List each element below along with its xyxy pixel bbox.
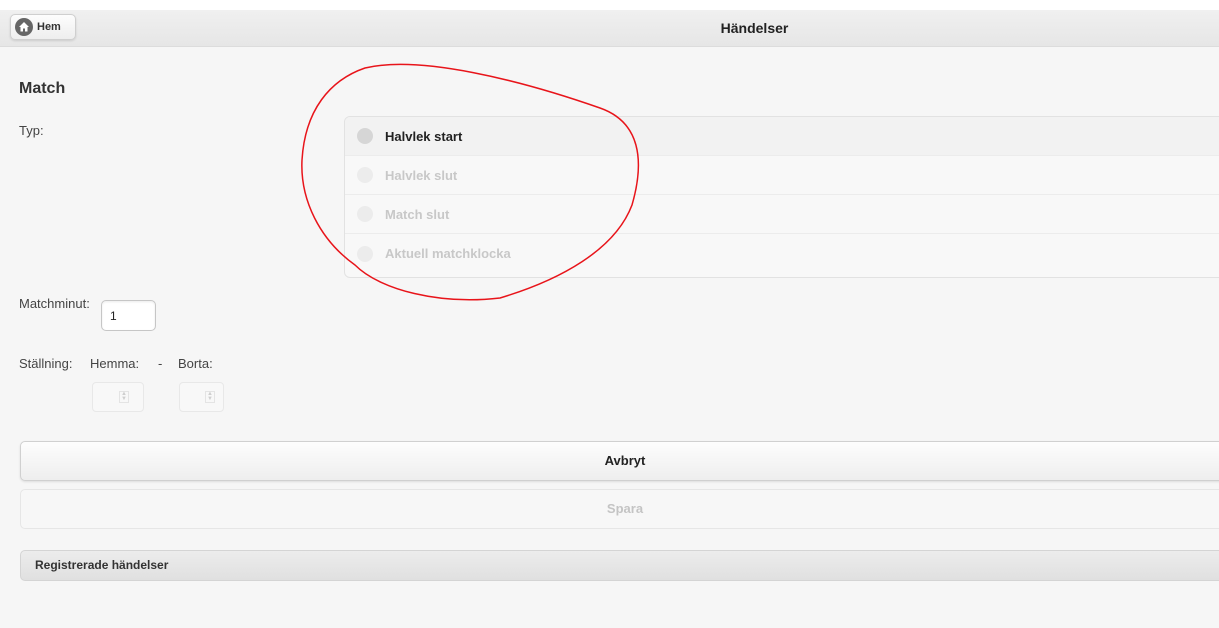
type-radio-group: Halvlek start Halvlek slut Match slut Ak… [344,116,1219,278]
header-bar: Hem Händelser [0,10,1219,47]
home-score-stepper[interactable]: ▲ ▼ [92,382,144,412]
away-score-stepper[interactable]: ▲ ▼ [179,382,224,412]
away-score-label: Borta: [178,356,213,371]
spinner-arrows-icon[interactable]: ▲ ▼ [119,391,129,403]
home-score-label: Hemma: [90,356,140,371]
minute-label: Matchminut: [19,296,90,311]
spinner-arrows-icon[interactable]: ▲ ▼ [205,391,215,403]
type-option-halvlek-start[interactable]: Halvlek start [345,117,1219,156]
type-option-label: Aktuell matchklocka [385,246,511,261]
type-label: Typ: [19,123,44,138]
type-option-label: Halvlek start [385,128,463,144]
cancel-button[interactable]: Avbryt [20,441,1219,481]
registered-events-header[interactable]: Registrerade händelser [20,550,1219,581]
type-option-label: Halvlek slut [385,167,458,183]
type-option-aktuell-matchklocka[interactable]: Aktuell matchklocka [345,234,1219,273]
save-button[interactable]: Spara [20,489,1219,529]
section-title: Match [19,80,66,97]
page: Hem Händelser Match Typ: Halvlek start H… [0,10,1219,628]
minute-input[interactable] [101,300,156,331]
type-option-halvlek-slut[interactable]: Halvlek slut [345,156,1219,195]
radio-icon[interactable] [357,245,373,262]
type-option-match-slut[interactable]: Match slut [345,195,1219,234]
radio-icon[interactable] [357,128,373,144]
score-label: Ställning: [19,356,73,371]
type-option-label: Match slut [385,206,450,222]
radio-icon[interactable] [357,167,373,183]
score-separator: - [158,356,163,371]
page-title: Händelser [720,20,789,36]
radio-icon[interactable] [357,206,373,222]
